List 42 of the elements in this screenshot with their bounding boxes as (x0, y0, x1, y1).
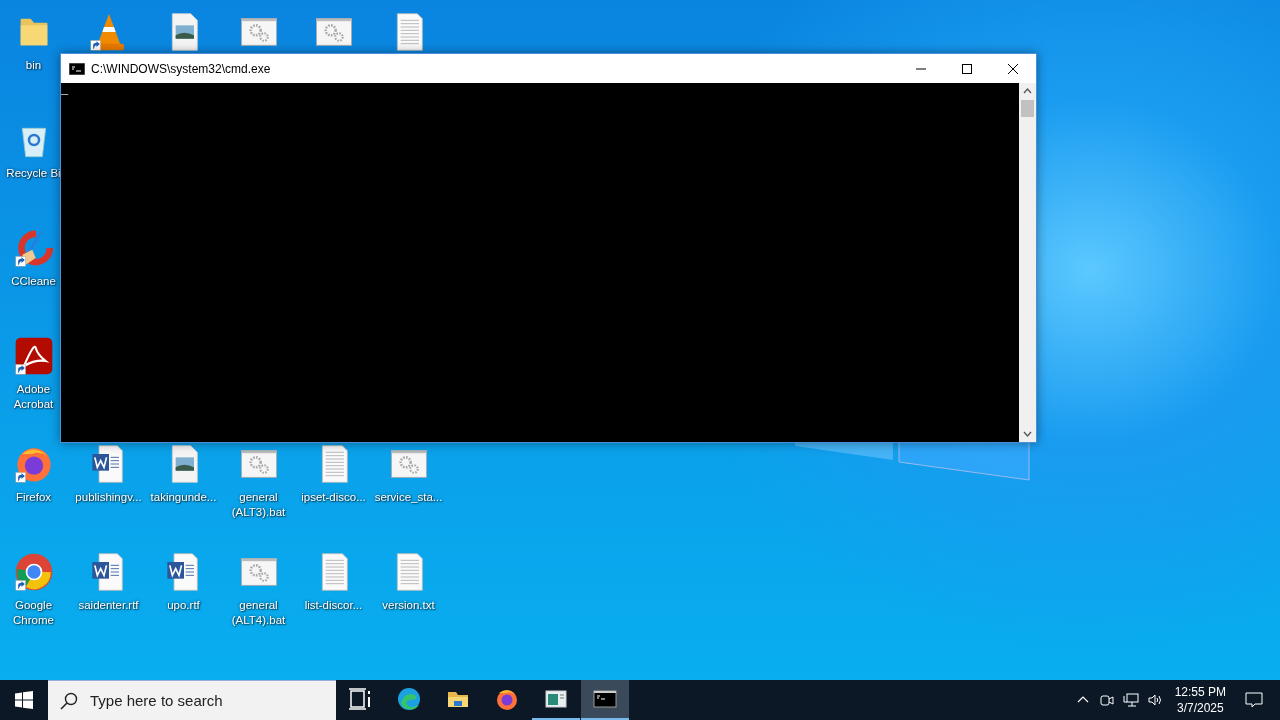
icon-label: general (ALT3).bat (230, 490, 287, 520)
text-cursor: _ (61, 83, 69, 97)
icon-label: ipset-disco... (300, 490, 367, 505)
icon-label: list-discor... (303, 598, 364, 613)
volume-icon[interactable] (1146, 692, 1163, 708)
icon-label: Adobe Acrobat (12, 382, 55, 412)
network-icon[interactable] (1122, 692, 1139, 708)
acrobat-icon[interactable] (13, 336, 54, 376)
taskbar-cmd-button[interactable] (581, 680, 629, 720)
icon-label: Recycle Bi (5, 166, 62, 181)
search-icon (60, 691, 78, 710)
cmd-icon (593, 687, 617, 711)
icon-label: version.txt (381, 598, 436, 613)
chrome-icon[interactable] (13, 552, 54, 592)
camera-icon[interactable] (1098, 692, 1115, 708)
clock-date: 3/7/2025 (1175, 700, 1225, 716)
firefox-icon (495, 687, 519, 711)
console-icon (69, 62, 85, 75)
app-icon (544, 687, 568, 711)
icon-label: bin (24, 58, 43, 73)
windows-logo-icon (15, 691, 33, 709)
icon-label: takingunde... (149, 490, 218, 505)
clock-time: 12:55 PM (1174, 684, 1226, 700)
icon-label: service_sta... (373, 490, 444, 505)
scrollbar[interactable] (1019, 83, 1036, 442)
close-icon (1007, 62, 1019, 75)
ccleaner-icon[interactable] (13, 228, 54, 268)
edge-icon (397, 687, 421, 711)
search-field[interactable]: Type here to search (48, 680, 336, 720)
icon-label: CCleane (10, 274, 57, 289)
search-input[interactable]: Type here to search (88, 691, 312, 710)
window-title: C:\WINDOWS\system32\cmd.exe (91, 61, 272, 76)
taskview-icon (348, 687, 372, 711)
icon-label: upo.rtf (166, 598, 201, 613)
scroll-thumb[interactable] (1021, 100, 1034, 117)
icon-label: Google Chrome (12, 598, 55, 628)
icon-label: Firefox (14, 490, 53, 505)
maximize-icon (961, 62, 973, 75)
notification-icon (1244, 690, 1264, 710)
icon-label: publishingv... (74, 490, 143, 505)
icon-label: general (ALT4).bat (230, 598, 287, 628)
icon-label: saidenter.rtf (77, 598, 140, 613)
